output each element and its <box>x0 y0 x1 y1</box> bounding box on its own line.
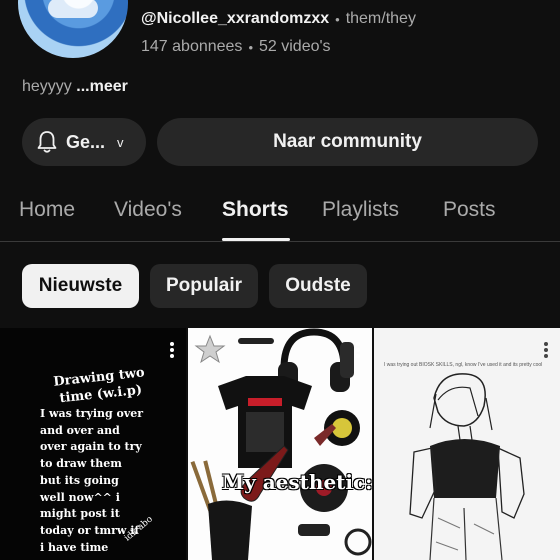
more-vert-icon[interactable] <box>544 342 548 358</box>
bell-icon <box>37 131 57 153</box>
chevron-down-icon: v <box>117 134 124 150</box>
short-overlay-text: My aesthetic: <box>222 470 372 494</box>
tab-playlists[interactable]: Playlists <box>322 198 399 222</box>
tab-shorts[interactable]: Shorts <box>222 198 289 222</box>
bio-more-link[interactable]: ...meer <box>76 78 128 95</box>
separator-dot: • <box>248 39 253 55</box>
separator-dot: • <box>335 11 340 27</box>
tab-home[interactable]: Home <box>19 198 75 222</box>
short-thumbnail[interactable]: Drawing two time (w.i.p) I was trying ov… <box>0 328 186 560</box>
filter-chip-newest[interactable]: Nieuwste <box>22 264 139 308</box>
tab-posts[interactable]: Posts <box>443 198 496 222</box>
video-count: 52 video's <box>259 38 331 55</box>
community-button[interactable]: Naar community <box>157 118 538 166</box>
more-vert-icon[interactable] <box>170 342 174 358</box>
channel-tabs: Home Video's Shorts Playlists Posts <box>0 180 560 242</box>
channel-handle-row: @Nicollee_xxrandomzxx • them/they <box>141 10 416 28</box>
filter-chip-popular[interactable]: Populair <box>150 264 258 308</box>
channel-handle: @Nicollee_xxrandomzxx <box>141 10 330 27</box>
short-thumbnail[interactable]: My aesthetic: <box>188 328 372 560</box>
tab-videos[interactable]: Video's <box>114 198 182 222</box>
subscribed-button[interactable]: Ge... v <box>22 118 146 166</box>
channel-stats: 147 abonnees • 52 video's <box>141 38 331 56</box>
sketch-drawing-image <box>409 373 525 560</box>
subscribed-label: Ge... <box>66 131 106 152</box>
filter-chip-oldest[interactable]: Oudste <box>269 264 367 308</box>
channel-avatar[interactable] <box>18 0 128 58</box>
subscriber-count: 147 abonnees <box>141 38 243 55</box>
bio-text: heyyyy <box>22 78 72 95</box>
channel-bio[interactable]: heyyyy ...meer <box>22 78 128 96</box>
short-title-text: Drawing two time (w.i.p) <box>52 365 146 407</box>
short-thumbnail[interactable]: I was trying out BIOSK SKILLS, ngl, know… <box>374 328 560 560</box>
more-vert-icon[interactable] <box>356 342 360 358</box>
channel-pronouns: them/they <box>345 10 416 27</box>
active-tab-indicator <box>222 238 290 241</box>
aesthetic-collage-image <box>190 328 372 560</box>
